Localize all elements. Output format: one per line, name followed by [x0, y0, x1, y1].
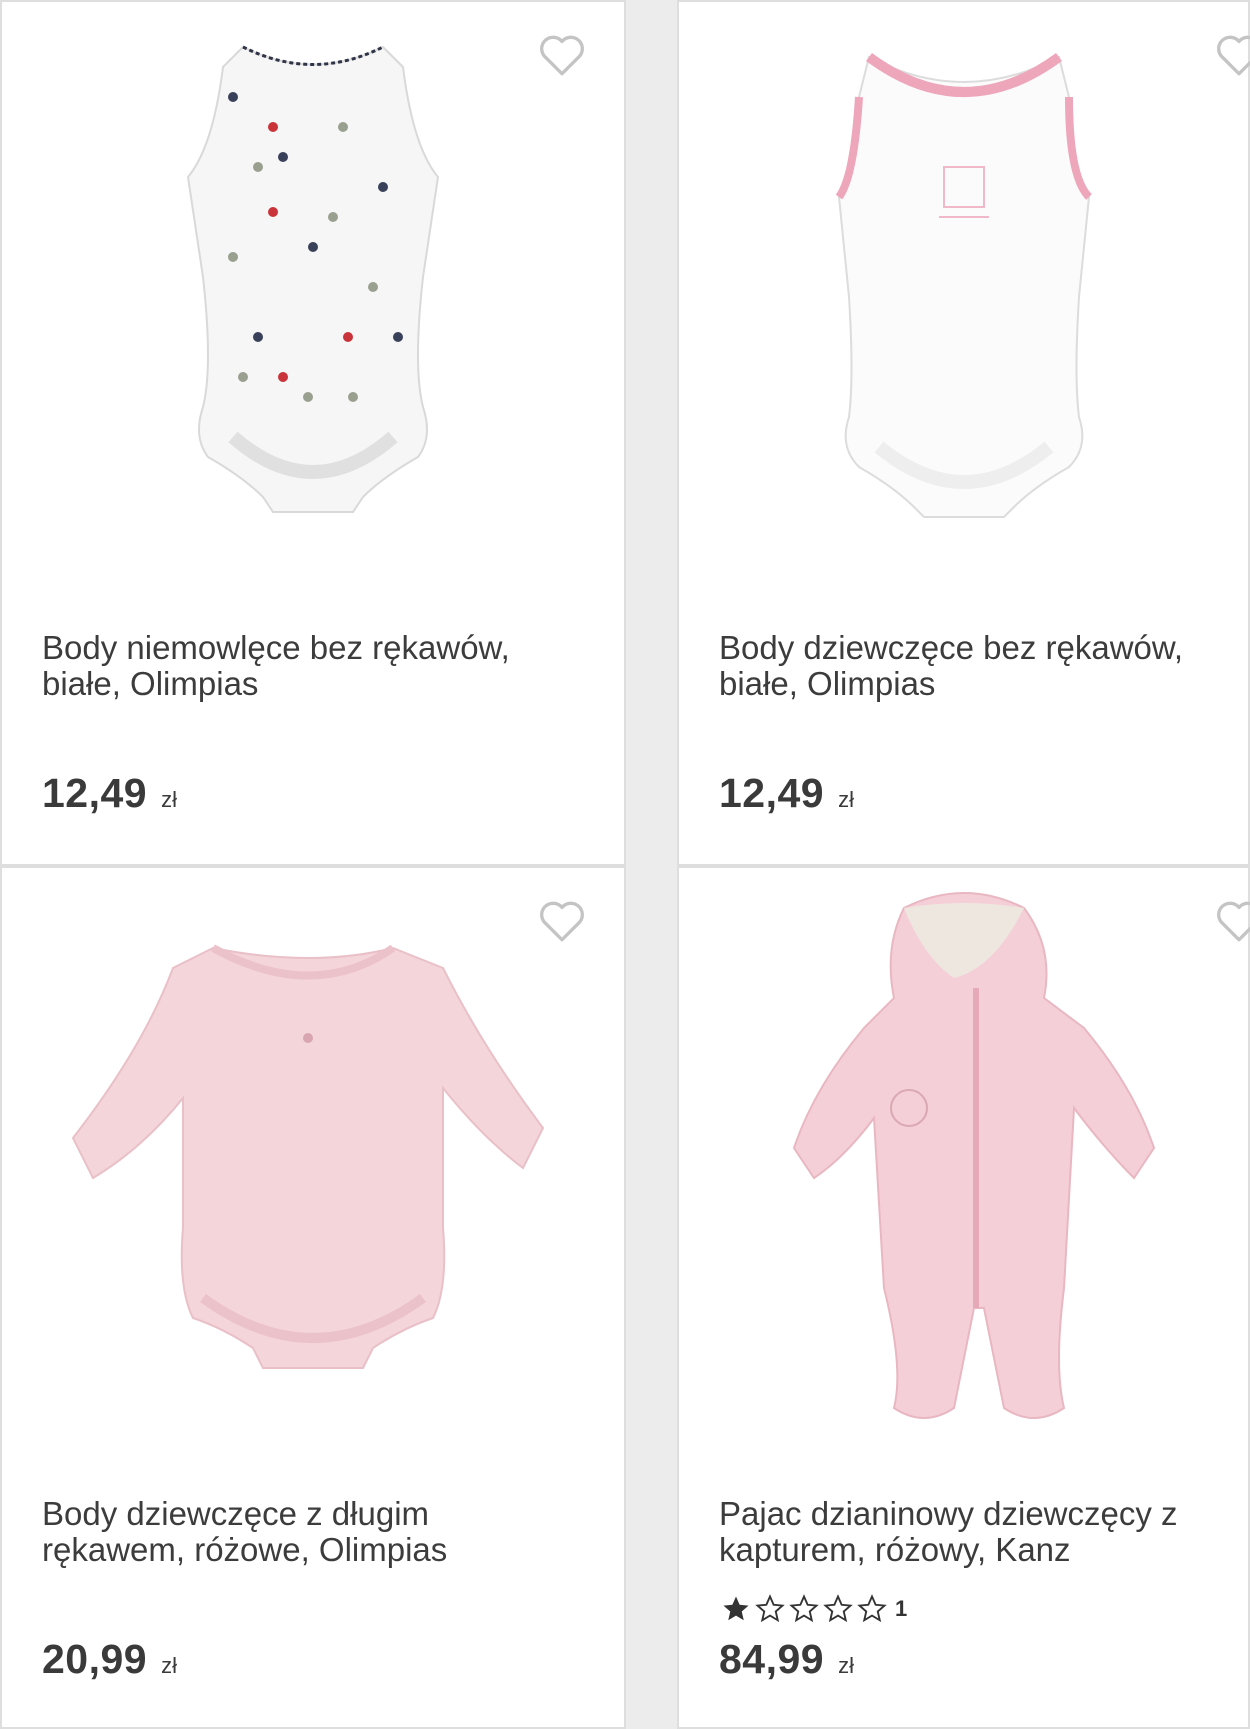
price-currency: zł — [161, 787, 177, 812]
price-currency: zł — [838, 1653, 854, 1678]
product-price: 12,49 zł — [42, 770, 177, 817]
heart-outline-icon[interactable] — [537, 898, 587, 944]
product-card[interactable]: Body dziewczęce z długim rękawem, różowe… — [0, 866, 626, 1729]
product-name[interactable]: Body dziewczęce bez rękawów, białe, Olim… — [719, 630, 1249, 702]
product-image[interactable] — [2, 2, 624, 602]
product-price: 20,99 zł — [42, 1636, 177, 1683]
product-price: 12,49 zł — [719, 770, 854, 817]
price-amount: 84,99 — [719, 1636, 825, 1682]
product-grid: Body niemowlęce bez rękawów, białe, Olim… — [0, 0, 1250, 1729]
price-amount: 12,49 — [42, 770, 148, 816]
rating-stars: 1 — [719, 1594, 907, 1624]
product-card[interactable]: Pajac dzianinowy dziewczęcy z kapturem, … — [677, 866, 1250, 1729]
product-name[interactable]: Pajac dzianinowy dziewczęcy z kapturem, … — [719, 1496, 1249, 1568]
heart-outline-icon[interactable] — [537, 32, 587, 78]
product-name[interactable]: Body dziewczęce z długim rękawem, różowe… — [42, 1496, 572, 1568]
price-currency: zł — [838, 787, 854, 812]
rating-count: 1 — [895, 1596, 908, 1621]
star-outline-icon — [755, 1594, 785, 1623]
heart-outline-icon[interactable] — [1214, 898, 1250, 944]
product-price: 84,99 zł — [719, 1636, 854, 1683]
star-outline-icon — [823, 1594, 853, 1623]
price-amount: 12,49 — [719, 770, 825, 816]
product-card[interactable]: Body dziewczęce bez rękawów, białe, Olim… — [677, 0, 1250, 866]
star-outline-icon — [857, 1594, 887, 1623]
product-image[interactable] — [2, 868, 624, 1468]
heart-outline-icon[interactable] — [1214, 32, 1250, 78]
product-card[interactable]: Body niemowlęce bez rękawów, białe, Olim… — [0, 0, 626, 866]
price-amount: 20,99 — [42, 1636, 148, 1682]
product-image[interactable] — [679, 2, 1248, 602]
product-image[interactable] — [679, 868, 1248, 1468]
price-currency: zł — [161, 1653, 177, 1678]
product-name[interactable]: Body niemowlęce bez rękawów, białe, Olim… — [42, 630, 572, 702]
star-filled-icon — [723, 1596, 749, 1621]
star-outline-icon — [789, 1594, 819, 1623]
